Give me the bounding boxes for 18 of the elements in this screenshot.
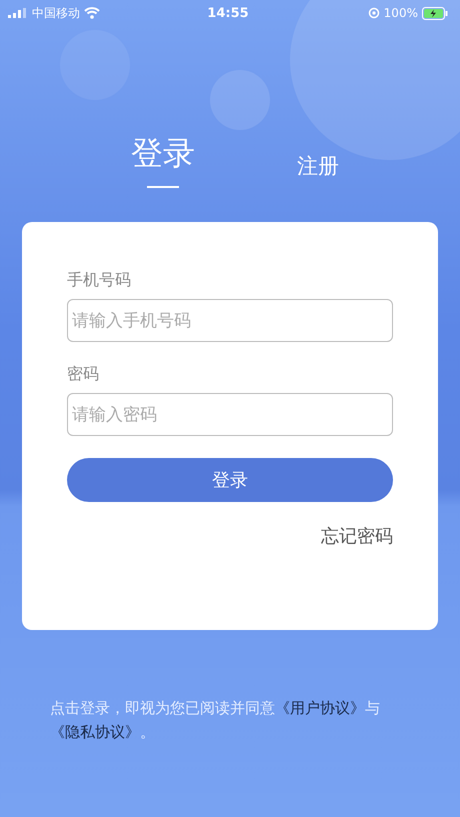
tab[interactable]: 登录	[131, 132, 195, 188]
user-agreement-link[interactable]: 《用户协议》	[275, 699, 365, 717]
privacy-agreement-link[interactable]: 《隐私协议》	[50, 723, 140, 741]
signal-icon	[8, 8, 28, 18]
battery-percent: 100%	[384, 6, 418, 20]
carrier-name: 中国移动	[32, 4, 80, 22]
wifi-icon	[84, 7, 100, 19]
field-label: 密码	[67, 364, 100, 385]
status-time: 14:55	[207, 6, 249, 20]
agreement-text: 点击登录，即视为您已阅读并同意《用户协议》与 《隐私协议》。	[50, 698, 381, 743]
field-label: 手机号码	[67, 270, 132, 291]
tab[interactable]: 注册	[297, 152, 339, 188]
battery-charging-icon	[422, 6, 448, 20]
rotation-lock-icon	[368, 7, 380, 19]
login-button[interactable]: 登录	[67, 458, 393, 502]
input-field[interactable]: 请输入手机号码	[67, 299, 393, 342]
input-field[interactable]: 请输入密码	[67, 393, 393, 436]
forgot-password-link[interactable]: 忘记密码	[321, 524, 393, 548]
